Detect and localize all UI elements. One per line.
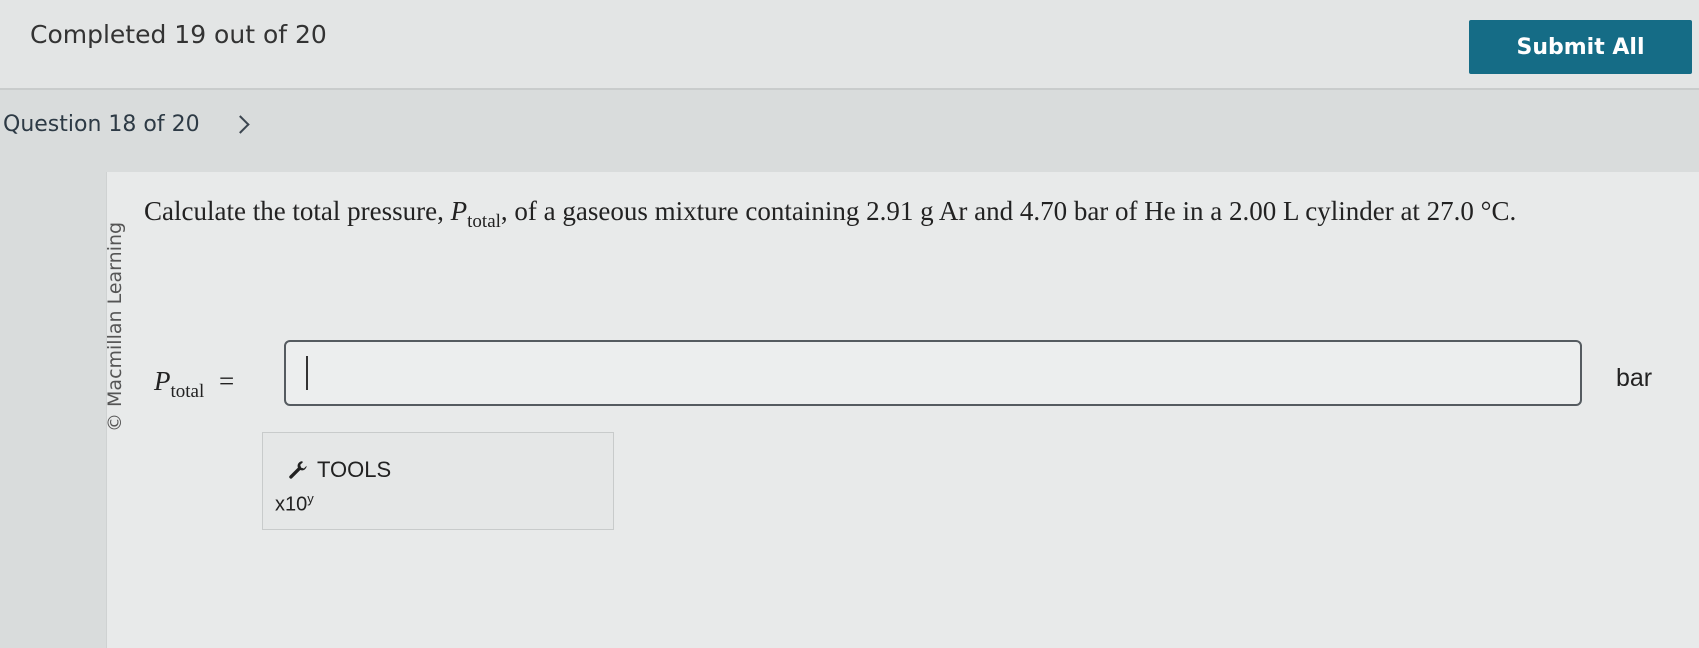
tools-toggle[interactable]: TOOLS [287,457,391,483]
question-text-before: Calculate the total pressure, [144,196,451,226]
x10-base: x10 [275,493,308,516]
chevron-right-icon[interactable] [230,115,250,134]
unit-label: bar [1616,364,1653,392]
top-bar: Completed 19 out of 20 Submit All [0,0,1699,90]
question-number-label: Question 18 of 20 [3,112,200,137]
wrench-icon [289,461,307,479]
copyright-notice: © Macmillan Learning [104,221,126,432]
question-text: Calculate the total pressure, Ptotal, of… [144,196,1684,233]
question-symbol: P [450,196,468,226]
answer-input[interactable] [284,340,1582,406]
x10-exponent: y [307,491,314,506]
scientific-notation-button[interactable]: x10y [271,487,318,521]
answer-symbol: P [154,366,171,396]
submit-all-button[interactable]: Submit All [1469,20,1692,74]
progress-status: Completed 19 out of 20 [30,20,327,49]
equals-sign: = [219,366,235,396]
answer-label: Ptotal = [154,366,234,403]
question-navigation: Question 18 of 20 [3,112,250,137]
question-panel [106,172,1699,648]
answer-subscript: total [170,381,205,402]
text-caret [306,356,308,390]
question-subscript: total [467,211,501,232]
tools-label: TOOLS [317,457,392,482]
question-text-after: , of a gaseous mixture containing 2.91 g… [500,196,1517,226]
tools-panel: TOOLS x10y [262,432,614,530]
